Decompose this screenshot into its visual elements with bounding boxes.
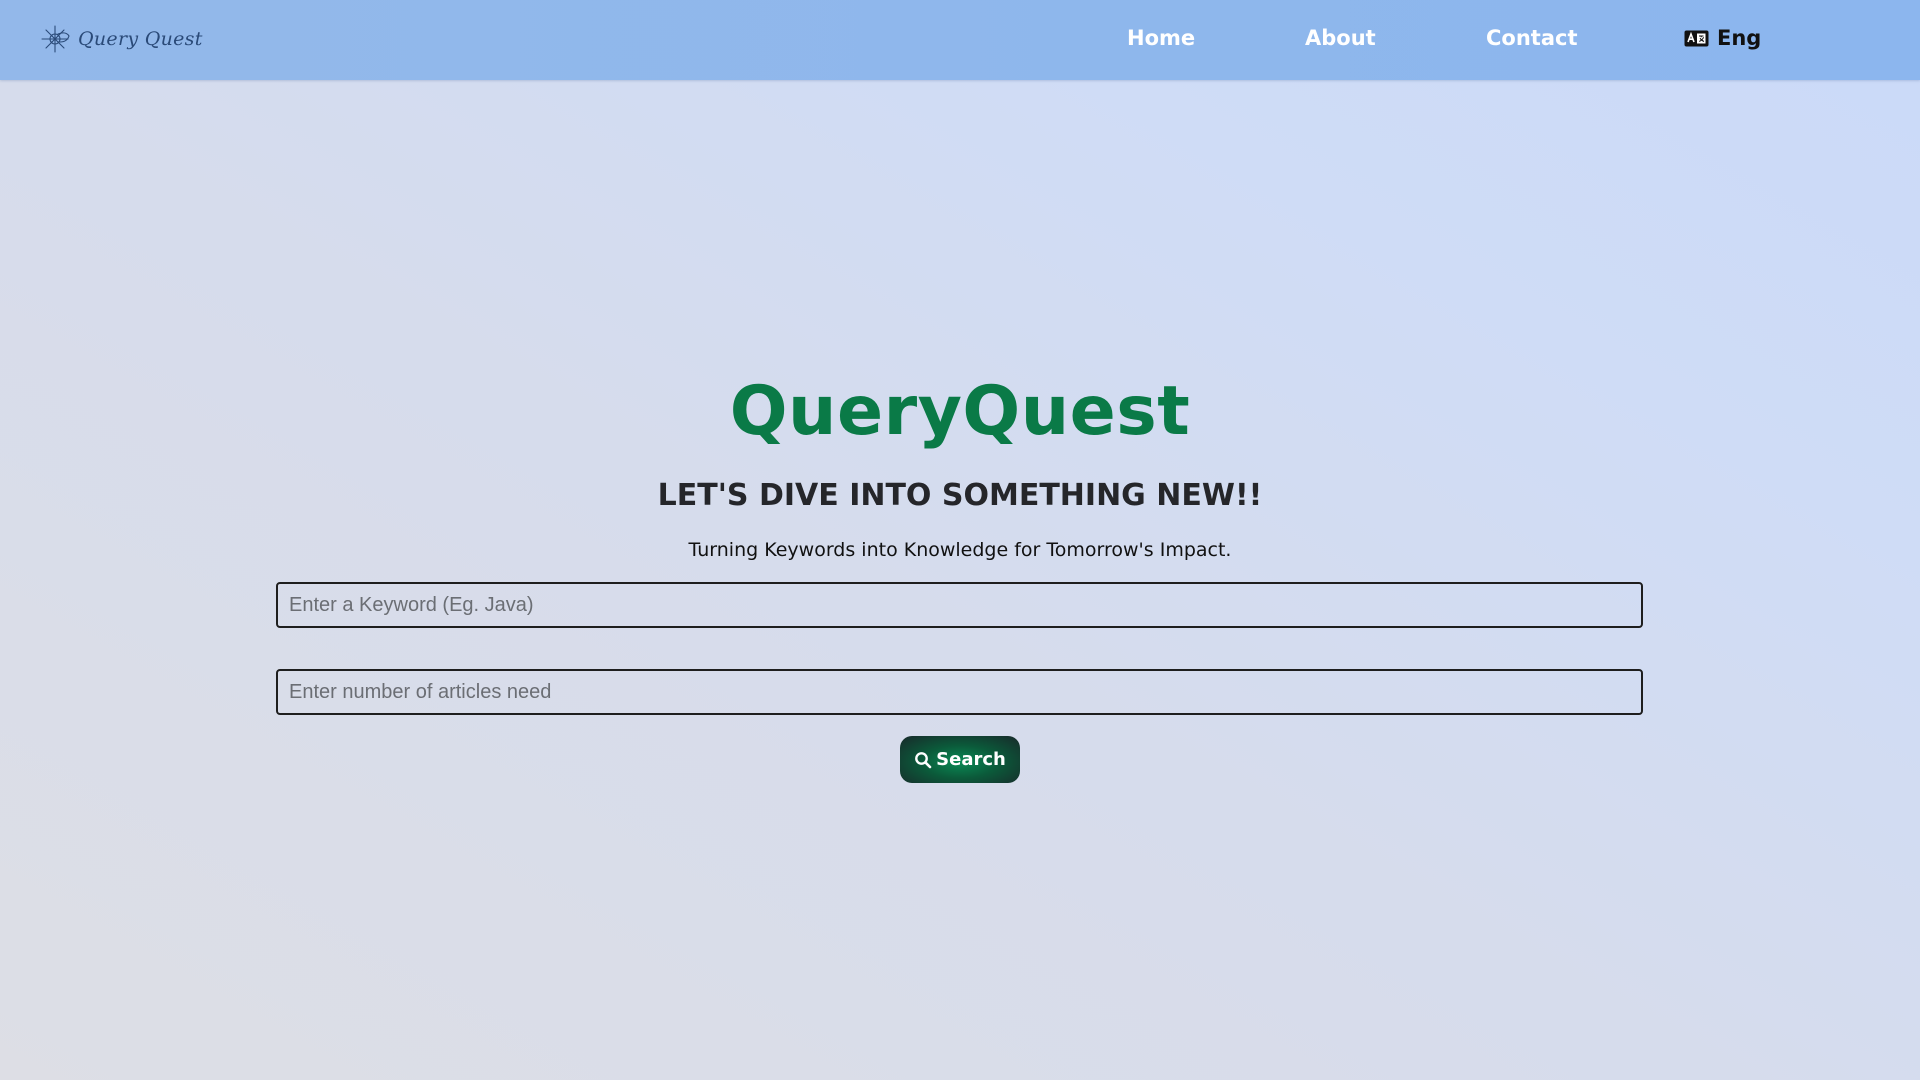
keyword-input[interactable] <box>276 582 1643 628</box>
nav-contact-link[interactable]: Contact <box>1486 26 1578 50</box>
page-title: QueryQuest <box>729 372 1191 451</box>
search-button[interactable]: Search <box>900 736 1020 783</box>
nav-home-link[interactable]: Home <box>1127 26 1195 50</box>
hero-subtitle: LET'S DIVE INTO SOMETHING NEW!! <box>657 478 1263 513</box>
language-selector[interactable]: Eng <box>1684 26 1761 50</box>
language-icon <box>1684 30 1709 47</box>
search-icon <box>914 751 932 769</box>
hero-tagline: Turning Keywords into Knowledge for Tomo… <box>688 539 1232 561</box>
logo[interactable]: Query Quest <box>38 22 203 56</box>
search-button-label: Search <box>936 749 1006 770</box>
compass-sparkle-icon <box>38 22 72 56</box>
language-label: Eng <box>1717 26 1762 50</box>
article-count-input[interactable] <box>276 669 1643 715</box>
nav-about-link[interactable]: About <box>1305 26 1376 50</box>
logo-text: Query Quest <box>78 28 203 50</box>
navbar: Query Quest Home About Contact Eng <box>0 0 1920 80</box>
